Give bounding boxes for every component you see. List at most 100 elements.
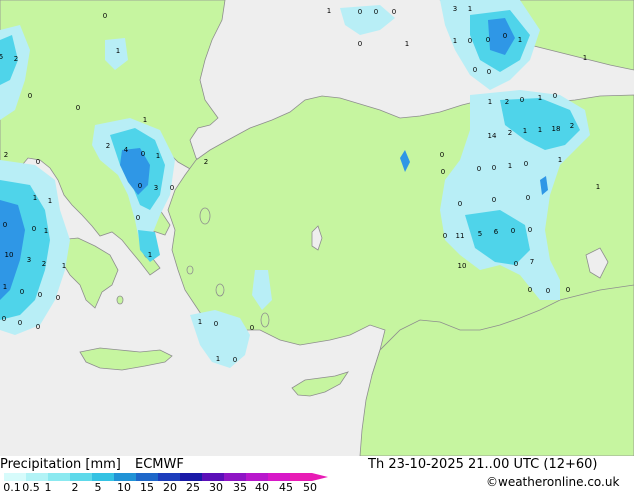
point-value: 0 bbox=[76, 104, 80, 112]
legend-tick-label: 0.5 bbox=[22, 481, 40, 494]
point-value: 0 bbox=[477, 165, 481, 173]
point-value: 7 bbox=[530, 258, 534, 266]
legend-swatch bbox=[48, 473, 70, 481]
legend-swatch bbox=[180, 473, 202, 481]
point-value: 0 bbox=[524, 160, 528, 168]
point-value: 0 bbox=[492, 196, 496, 204]
map-canvas: 01 0 0 0 3 11251 0 0 0 10 110 01 2 0 1 00012 4 0 1214 2 1 1 18… bbox=[0, 0, 634, 456]
point-value: 10 bbox=[5, 251, 14, 259]
point-value: 10 bbox=[458, 262, 467, 270]
point-value: 1 bbox=[116, 47, 120, 55]
point-value: 2 bbox=[106, 142, 110, 150]
legend-swatch bbox=[158, 473, 180, 481]
point-value: 0 bbox=[528, 226, 532, 234]
point-value: 0 bbox=[136, 214, 140, 222]
point-value: 0 bbox=[443, 232, 447, 240]
point-value: 6 bbox=[494, 228, 499, 236]
legend-swatch bbox=[246, 473, 268, 481]
legend-tick-label: 10 bbox=[117, 481, 131, 494]
point-value: 1 bbox=[488, 98, 492, 106]
legend-tick-label: 2 bbox=[71, 481, 79, 494]
point-value: 1 bbox=[156, 152, 160, 160]
point-value: 0 bbox=[32, 225, 36, 233]
point-value: 0 bbox=[528, 286, 532, 294]
point-value: 0 bbox=[546, 287, 550, 295]
point-value: 0 bbox=[566, 286, 570, 294]
point-value: 2 bbox=[4, 151, 8, 159]
point-value: 0 bbox=[441, 168, 445, 176]
valid-time: Th 23-10-2025 21..00 UTC (12+60) bbox=[368, 457, 598, 472]
point-value: 1 bbox=[583, 54, 587, 62]
point-value: 0 bbox=[38, 291, 42, 299]
legend-swatch bbox=[290, 473, 312, 481]
chart-title: Precipitation [mm] bbox=[0, 457, 121, 472]
point-value: 5 bbox=[0, 53, 3, 61]
point-value: 2 bbox=[14, 55, 18, 63]
point-value: 0 bbox=[487, 68, 491, 76]
point-value: 1 bbox=[48, 197, 52, 205]
point-value: 0 bbox=[141, 150, 145, 158]
point-value: 2 bbox=[204, 158, 208, 166]
legend-swatch bbox=[268, 473, 290, 481]
point-value: 0 bbox=[56, 294, 60, 302]
point-value: 3 bbox=[154, 184, 158, 192]
point-value: 1 bbox=[198, 318, 202, 326]
point-value: 0 bbox=[392, 8, 396, 16]
precipitation-map: 0 1 0 0 0 3 1 1 2 5 1 0 0 0 1 0 1 1 0 0 1 2 0 1 0 0 0 1 2 4 0 1 2 14 2 1 1 18… bbox=[0, 0, 634, 456]
point-value: 0 bbox=[486, 36, 490, 44]
point-value: 0 bbox=[503, 32, 507, 40]
point-value: 0 bbox=[553, 92, 557, 100]
point-value: 5 bbox=[478, 230, 482, 238]
legend-arrow bbox=[312, 473, 328, 481]
legend-tick-label: 40 bbox=[255, 481, 269, 494]
point-value: 1 bbox=[44, 227, 48, 235]
point-value: 0 bbox=[520, 96, 524, 104]
point-value: 0 bbox=[18, 319, 22, 327]
legend-swatch bbox=[26, 473, 48, 481]
legend-swatch bbox=[92, 473, 114, 481]
point-value: 4 bbox=[124, 146, 129, 154]
credit-text: ©weatheronline.co.uk bbox=[486, 475, 620, 489]
point-value: 0 bbox=[473, 66, 477, 74]
point-value: 1 bbox=[596, 183, 600, 191]
point-value: 0 bbox=[20, 288, 24, 296]
point-value: 1 bbox=[148, 251, 152, 259]
point-value: 1 bbox=[327, 7, 331, 15]
point-value: 3 bbox=[27, 256, 31, 264]
point-value: 0 bbox=[468, 37, 472, 45]
point-value: 1 bbox=[538, 94, 542, 102]
point-value: 1 bbox=[143, 116, 147, 124]
point-value: 2 bbox=[570, 122, 574, 130]
point-value: 2 bbox=[508, 129, 512, 137]
point-value: 0 bbox=[358, 40, 362, 48]
point-value: 1 bbox=[468, 5, 472, 13]
legend-swatch bbox=[70, 473, 92, 481]
point-value: 0 bbox=[374, 8, 378, 16]
legend-tick-label: 20 bbox=[163, 481, 177, 494]
point-value: 2 bbox=[42, 260, 46, 268]
point-value: 1 bbox=[405, 40, 409, 48]
point-value: 0 bbox=[214, 320, 218, 328]
point-value: 0 bbox=[358, 8, 362, 16]
point-value: 0 bbox=[170, 184, 174, 192]
legend-tick-label: 5 bbox=[94, 481, 102, 494]
point-value: 3 bbox=[453, 5, 457, 13]
legend-color-bar bbox=[4, 473, 328, 481]
point-value: 0 bbox=[36, 323, 40, 331]
legend-tick-label: 1 bbox=[44, 481, 52, 494]
point-value: 0 bbox=[440, 151, 444, 159]
point-value: 1 bbox=[518, 36, 522, 44]
point-value: 0 bbox=[3, 221, 7, 229]
point-value: 0 bbox=[103, 12, 107, 20]
legend-tick-label: 25 bbox=[186, 481, 200, 494]
legend-tick-label: 0.1 bbox=[3, 481, 21, 494]
legend-swatch bbox=[224, 473, 246, 481]
point-value: 11 bbox=[456, 232, 465, 240]
point-value: 1 bbox=[33, 194, 37, 202]
point-value: 0 bbox=[526, 194, 530, 202]
point-value: 0 bbox=[458, 200, 462, 208]
point-value: 1 bbox=[62, 262, 66, 270]
point-value: 0 bbox=[250, 324, 254, 332]
legend-swatch bbox=[202, 473, 224, 481]
point-value: 1 bbox=[523, 127, 527, 135]
